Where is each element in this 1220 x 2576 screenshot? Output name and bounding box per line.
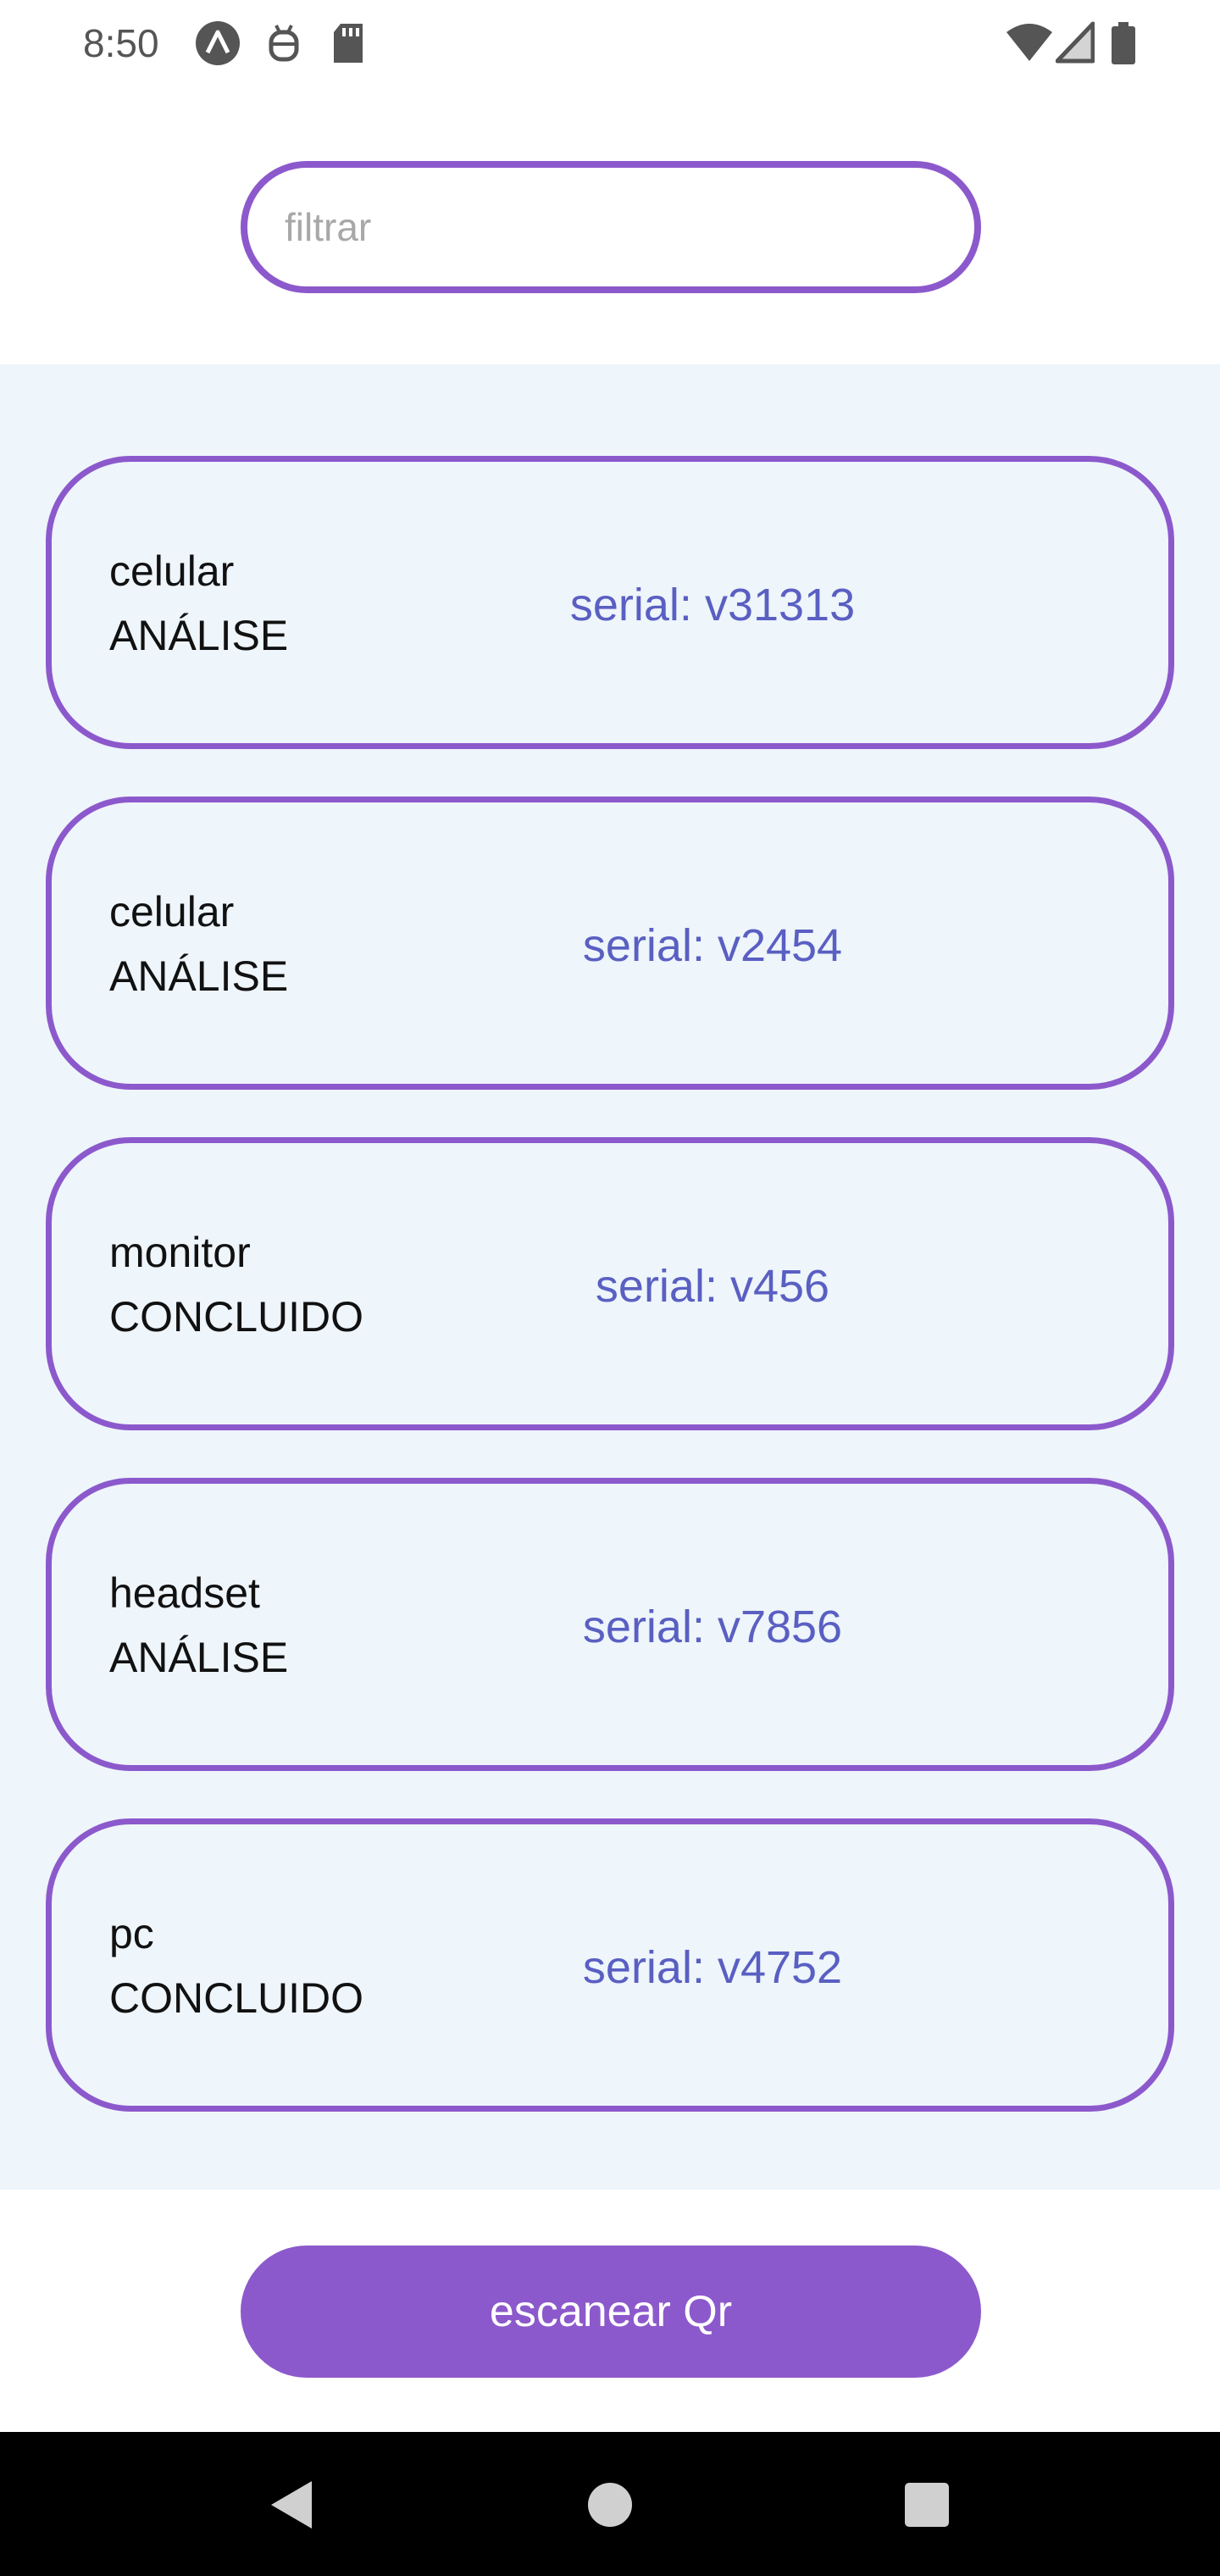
item-status: CONCLUIDO — [109, 1974, 364, 2022]
item-status: ANÁLISE — [109, 612, 289, 659]
item-status: ANÁLISE — [109, 1634, 289, 1681]
app-screen: 8:50 filtrar celular ANÁLISE serial: v31… — [0, 0, 1220, 2576]
debug-icon — [261, 20, 307, 66]
item-name: headset — [109, 1569, 260, 1617]
scan-qr-button[interactable]: escanear Qr — [241, 2246, 981, 2378]
item-name: monitor — [109, 1229, 251, 1276]
filter-input[interactable] — [285, 168, 974, 286]
battery-icon — [1110, 20, 1144, 66]
device-list: celular ANÁLISE serial: v31313 celular A… — [0, 364, 1220, 2190]
item-serial: serial: v7856 — [582, 1602, 843, 1652]
list-item[interactable]: monitor CONCLUIDO serial: v456 — [46, 1137, 1174, 1430]
back-icon[interactable] — [258, 2471, 325, 2539]
list-item[interactable]: headset ANÁLISE serial: v7856 — [46, 1478, 1174, 1771]
app-logo-icon — [195, 20, 241, 66]
list-item[interactable]: pc CONCLUIDO serial: v4752 — [46, 1818, 1174, 2112]
item-status: ANÁLISE — [109, 952, 289, 1000]
item-serial: serial: v456 — [595, 1261, 830, 1312]
home-icon[interactable] — [576, 2471, 644, 2539]
item-name: pc — [109, 1910, 154, 1957]
sd-card-icon — [325, 20, 371, 66]
item-name: celular — [109, 888, 235, 935]
item-serial: serial: v4752 — [582, 1942, 843, 1993]
cell-signal-icon — [1055, 20, 1101, 66]
item-status: CONCLUIDO — [109, 1293, 364, 1341]
item-serial: serial: v2454 — [582, 920, 843, 971]
filter-field[interactable] — [241, 161, 981, 293]
status-bar: 8:50 — [0, 0, 1220, 88]
status-time: 8:50 — [83, 21, 159, 65]
list-item[interactable]: celular ANÁLISE serial: v2454 — [46, 797, 1174, 1090]
recents-icon[interactable] — [893, 2471, 961, 2539]
navigation-bar — [0, 2432, 1220, 2576]
list-item[interactable]: celular ANÁLISE serial: v31313 — [46, 456, 1174, 749]
wifi-icon — [1005, 20, 1052, 66]
item-serial: serial: v31313 — [569, 580, 856, 630]
item-name: celular — [109, 547, 235, 595]
